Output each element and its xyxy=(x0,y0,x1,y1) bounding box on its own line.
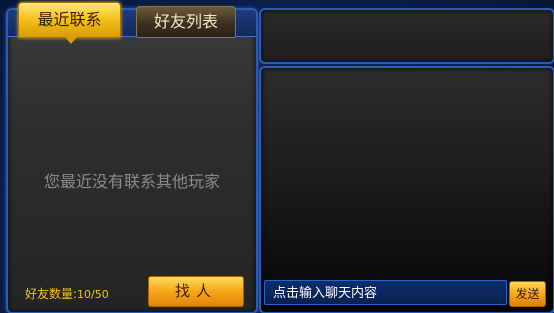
friend-count: 好友数量:10/50 xyxy=(25,285,109,302)
chat-messages-area xyxy=(259,66,554,313)
friend-count-value: 10/50 xyxy=(77,288,109,301)
contacts-panel: 您最近没有联系其他玩家 xyxy=(6,8,258,313)
chat-input-field[interactable]: 点击输入聊天内容 xyxy=(264,280,507,305)
tab-friends-list[interactable]: 好友列表 xyxy=(136,6,236,38)
chat-header-bar xyxy=(259,8,554,64)
tab-recent-contacts[interactable]: 最近联系 xyxy=(18,2,121,44)
find-people-button[interactable]: 找人 xyxy=(148,276,244,307)
chat-window: 您最近没有联系其他玩家 最近联系 好友列表 好友数量:10/50 找人 点击输入… xyxy=(0,0,554,313)
tab-recent-label: 最近联系 xyxy=(37,10,102,29)
friend-count-label: 好友数量: xyxy=(25,287,78,301)
send-button[interactable]: 发送 xyxy=(509,281,546,307)
tab-friends-label: 好友列表 xyxy=(153,12,218,31)
empty-contacts-message: 您最近没有联系其他玩家 xyxy=(43,172,220,191)
active-tab-pointer-icon xyxy=(65,37,77,44)
